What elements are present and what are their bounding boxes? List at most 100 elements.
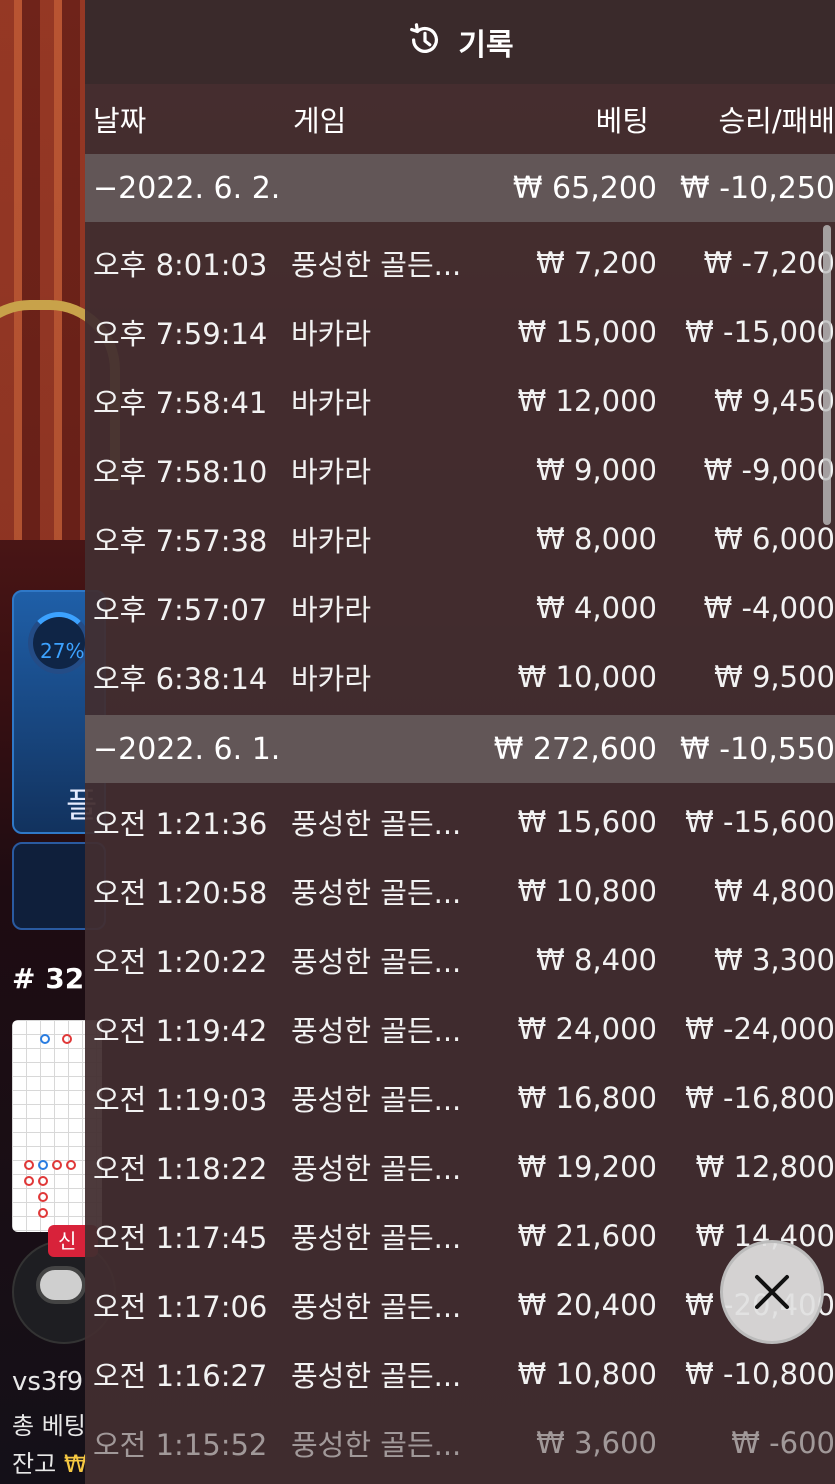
- close-icon: [755, 1275, 789, 1309]
- row-time: 오후 7:57:07: [93, 592, 268, 627]
- row-result: ₩ -16,800: [685, 1080, 835, 1115]
- history-row[interactable]: 오전 1:20:22 풍성한 골든... ₩ 8,400 ₩ 3,300: [85, 925, 835, 994]
- row-time: 오후 7:57:38: [93, 523, 268, 558]
- history-row[interactable]: 오전 1:20:58 풍성한 골든... ₩ 10,800 ₩ 4,800: [85, 856, 835, 925]
- row-result: ₩ 6,000: [714, 521, 835, 556]
- row-game: 풍성한 골든...: [291, 875, 462, 910]
- day-total-result: ₩ -10,250: [680, 170, 835, 206]
- row-bet: ₩ 21,600: [517, 1218, 657, 1253]
- row-time: 오후 7:58:41: [93, 385, 268, 420]
- history-row[interactable]: 오후 7:59:14 바카라 ₩ 15,000 ₩ -15,000: [85, 297, 835, 366]
- row-result: ₩ 12,800: [695, 1149, 835, 1184]
- day-date: −2022. 6. 2.: [93, 170, 281, 206]
- column-header-bet: 베팅: [595, 104, 649, 138]
- row-game: 풍성한 골든...: [291, 944, 462, 979]
- row-result: ₩ 4,800: [714, 873, 835, 908]
- column-header-result: 승리/패배: [718, 104, 835, 138]
- row-result: ₩ 3,300: [714, 942, 835, 977]
- total-bet-label: 총 베팅: [12, 1412, 86, 1440]
- history-row[interactable]: 오후 8:01:03 풍성한 골든... ₩ 7,200 ₩ -7,200: [85, 228, 835, 297]
- row-bet: ₩ 3,600: [536, 1425, 657, 1460]
- row-result: ₩ -600: [731, 1425, 835, 1460]
- roadmap-dot: [38, 1160, 48, 1170]
- roadmap-dot: [38, 1176, 48, 1186]
- row-result: ₩ -24,000: [685, 1011, 835, 1046]
- roadmap-dot: [62, 1034, 72, 1044]
- day-total-bet: ₩ 272,600: [493, 731, 657, 767]
- history-panel[interactable]: 기록 날짜 게임 베팅 승리/패배 −2022. 6. 2. ₩ 65,200 …: [85, 0, 835, 1484]
- row-bet: ₩ 12,000: [517, 383, 657, 418]
- progress-percent: 27%: [40, 639, 85, 663]
- row-time: 오전 1:21:36: [93, 806, 268, 841]
- row-bet: ₩ 10,800: [517, 873, 657, 908]
- day-summary-row[interactable]: −2022. 6. 1. ₩ 272,600 ₩ -10,550: [85, 715, 835, 783]
- roadmap-dot: [24, 1176, 34, 1186]
- row-result: ₩ 9,450: [714, 383, 835, 418]
- history-row[interactable]: 오전 1:15:52 풍성한 골든... ₩ 3,600 ₩ -600: [85, 1408, 835, 1477]
- column-header-date: 날짜: [93, 104, 147, 138]
- balance-label-text: 잔고: [12, 1450, 57, 1478]
- row-game: 바카라: [291, 385, 372, 420]
- row-time: 오전 1:18:22: [93, 1151, 268, 1186]
- balance-currency: ₩: [63, 1450, 88, 1478]
- history-row[interactable]: 오전 1:17:45 풍성한 골든... ₩ 21,600 ₩ 14,400: [85, 1201, 835, 1270]
- column-header-row: 날짜 게임 베팅 승리/패배: [85, 84, 835, 154]
- row-game: 풍성한 골든...: [291, 1358, 462, 1393]
- history-row[interactable]: 오후 7:57:07 바카라 ₩ 4,000 ₩ -4,000: [85, 573, 835, 642]
- roadmap-dot: [66, 1160, 76, 1170]
- row-game: 풍성한 골든...: [291, 1289, 462, 1324]
- history-row[interactable]: 오전 1:19:42 풍성한 골든... ₩ 24,000 ₩ -24,000: [85, 994, 835, 1063]
- history-title: 기록: [458, 28, 514, 63]
- row-result: ₩ -15,000: [685, 314, 835, 349]
- close-button[interactable]: [720, 1240, 824, 1344]
- row-bet: ₩ 10,800: [517, 1356, 657, 1391]
- row-time: 오전 1:19:42: [93, 1013, 268, 1048]
- row-time: 오전 1:20:58: [93, 875, 268, 910]
- row-game: 풍성한 골든...: [291, 1151, 462, 1186]
- row-time: 오전 1:17:45: [93, 1220, 268, 1255]
- day-summary-row[interactable]: −2022. 6. 2. ₩ 65,200 ₩ -10,250: [85, 154, 835, 222]
- history-row[interactable]: 오전 1:19:03 풍성한 골든... ₩ 16,800 ₩ -16,800: [85, 1063, 835, 1132]
- scrollbar[interactable]: [823, 225, 831, 525]
- row-time: 오전 1:17:06: [93, 1289, 268, 1324]
- row-result: ₩ -7,200: [703, 245, 835, 280]
- row-game: 바카라: [291, 316, 372, 351]
- row-time: 오후 7:59:14: [93, 316, 268, 351]
- row-bet: ₩ 20,400: [517, 1287, 657, 1322]
- history-row[interactable]: 오후 7:58:10 바카라 ₩ 9,000 ₩ -9,000: [85, 435, 835, 504]
- row-time: 오후 7:58:10: [93, 454, 268, 489]
- row-bet: ₩ 8,000: [536, 521, 657, 556]
- row-result: ₩ -15,600: [685, 804, 835, 839]
- row-result: ₩ -4,000: [703, 590, 835, 625]
- day-total-bet: ₩ 65,200: [512, 170, 657, 206]
- history-row[interactable]: 오전 1:18:22 풍성한 골든... ₩ 19,200 ₩ 12,800: [85, 1132, 835, 1201]
- row-game: 바카라: [291, 454, 372, 489]
- roadmap-dot: [38, 1208, 48, 1218]
- roadmap-dot: [24, 1160, 34, 1170]
- row-bet: ₩ 8,400: [536, 942, 657, 977]
- row-result: ₩ 9,500: [714, 659, 835, 694]
- roadmap-dot: [52, 1160, 62, 1170]
- row-bet: ₩ 15,000: [517, 314, 657, 349]
- history-icon: [406, 21, 444, 63]
- history-row[interactable]: 오후 6:38:14 바카라 ₩ 10,000 ₩ 9,500: [85, 642, 835, 711]
- history-row[interactable]: 오후 7:57:38 바카라 ₩ 8,000 ₩ 6,000: [85, 504, 835, 573]
- row-time: 오전 1:20:22: [93, 944, 268, 979]
- balance-label: 잔고 ₩: [12, 1444, 88, 1479]
- roadmap-dot: [38, 1192, 48, 1202]
- row-bet: ₩ 9,000: [536, 452, 657, 487]
- row-time: 오전 1:15:52: [93, 1427, 268, 1462]
- column-header-game: 게임: [293, 104, 347, 138]
- row-time: 오전 1:19:03: [93, 1082, 268, 1117]
- row-game: 바카라: [291, 592, 372, 627]
- row-game: 바카라: [291, 661, 372, 696]
- history-row[interactable]: 오전 1:21:36 풍성한 골든... ₩ 15,600 ₩ -15,600: [85, 787, 835, 856]
- history-list: 오전 1:21:36 풍성한 골든... ₩ 15,600 ₩ -15,600 …: [85, 787, 835, 1477]
- round-number: # 32: [12, 962, 85, 995]
- row-game: 풍성한 골든...: [291, 1082, 462, 1117]
- row-game: 풍성한 골든...: [291, 1013, 462, 1048]
- history-row[interactable]: 오후 7:58:41 바카라 ₩ 12,000 ₩ 9,450: [85, 366, 835, 435]
- history-row[interactable]: 오전 1:16:27 풍성한 골든... ₩ 10,800 ₩ -10,800: [85, 1339, 835, 1408]
- history-header: 기록: [85, 0, 835, 84]
- row-bet: ₩ 4,000: [536, 590, 657, 625]
